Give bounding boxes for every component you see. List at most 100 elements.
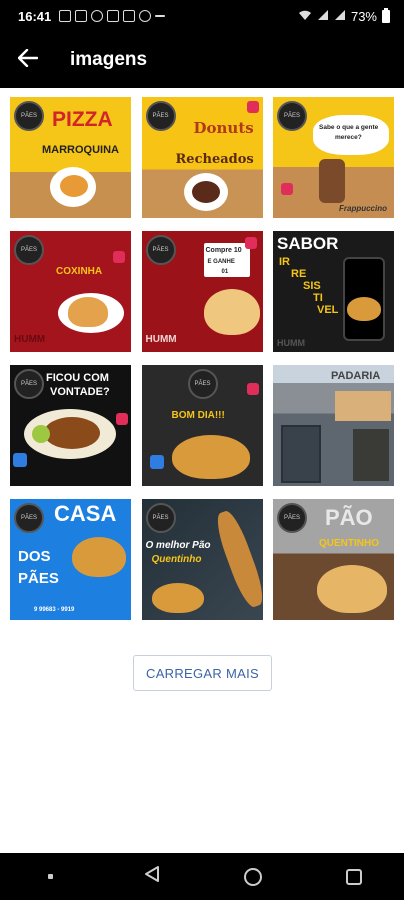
tile-word-5: VEL [317, 304, 339, 316]
image-tile-pao-quentinho[interactable]: PÃES PÃO QUENTINHO [273, 499, 394, 620]
image-tile-melhor-pao[interactable]: PÃES O melhor Pão Quentinho [141, 499, 263, 620]
tile-caption: Frappuccino [339, 204, 388, 213]
load-more-button[interactable]: CARREGAR MAIS [133, 655, 272, 691]
bakery-logo: PÃES [145, 235, 176, 265]
bread-basket-image [317, 565, 387, 613]
store-door [281, 425, 321, 483]
app-bar: imagens [0, 32, 404, 88]
image-tile-bom-dia[interactable]: PÃES BOM DIA!!! [141, 365, 263, 486]
f-icon [123, 10, 136, 22]
image-tile-sabor[interactable]: SABOR IR RE SIS TI VEL HUMM [273, 231, 394, 352]
tile-subheadline: VONTADE? [50, 386, 110, 398]
tile-headline: Donuts [193, 119, 254, 137]
heart-icon [113, 251, 125, 263]
image-gallery: PÃES PIZZA MARROQUINA PÃES Donuts Rechea… [0, 88, 404, 853]
heart-icon [116, 413, 128, 425]
notification-icons [59, 10, 166, 22]
tile-watermark: HUMM [145, 334, 177, 345]
system-icons: 73% [298, 7, 390, 24]
drink-image [319, 159, 345, 203]
bakery-logo: PÃES [277, 503, 307, 533]
tile-word-3: SIS [303, 280, 321, 292]
dash-icon [155, 15, 166, 17]
tile-subheadline: Quentinho [151, 554, 202, 565]
pizza-image [60, 175, 88, 197]
tile-headline: COXINHA [56, 266, 103, 277]
donuts-image [191, 181, 220, 203]
bakery-logo: PÃES [145, 101, 176, 131]
whatsapp-icon [91, 10, 104, 22]
bakery-logo: PÃES [277, 101, 307, 131]
tile-watermark: HUMM [14, 334, 46, 345]
tile-headline: SABOR [277, 234, 339, 253]
battery-percent: 73% [350, 8, 377, 24]
promo-text-2: E GANHE [207, 259, 235, 265]
page-title: imagens [70, 49, 148, 70]
storefront-sign: PADARIA [331, 370, 381, 382]
tile-headline: CASA [54, 501, 117, 526]
wifi-icon [298, 9, 312, 24]
recents-square-icon [345, 868, 362, 885]
nav-menu-button[interactable] [31, 857, 71, 897]
heart-icon [281, 183, 293, 195]
tile-headline: FICOU COM [46, 372, 109, 384]
image-tile-promo[interactable]: PÃES Compre 10 E GANHE 01 HUMM [141, 231, 263, 352]
lemon-image [32, 425, 50, 443]
bakery-logo: PÃES [14, 503, 44, 533]
promo-text-3: 01 [221, 269, 229, 275]
image-tile-coxinha[interactable]: PÃES COXINHA HUMM [10, 231, 131, 352]
bubble-text-1: Sabe o que a gente [319, 124, 379, 131]
bread-image [151, 583, 204, 613]
heart-icon [244, 237, 257, 249]
promo-text-1: Compre 10 [205, 247, 242, 254]
tile-subheadline: MARROQUINA [42, 144, 119, 156]
bread-basket-image [72, 537, 126, 577]
coxinha-image [68, 297, 108, 327]
phone-number: 9 99683 - 9919 [34, 607, 75, 613]
bread-basket-image [171, 435, 250, 479]
image-grid: PÃES PIZZA MARROQUINA PÃES Donuts Rechea… [10, 97, 394, 620]
heart-icon [246, 101, 259, 113]
image-tile-pizza[interactable]: PÃES PIZZA MARROQUINA [10, 97, 131, 218]
store-window [353, 429, 389, 481]
image-tile-donuts[interactable]: PÃES Donuts Recheados [141, 97, 263, 218]
tile-word-1: IR [279, 256, 290, 268]
tile-headline: O melhor Pão [145, 540, 211, 551]
tile-word-paes: PÃES [18, 570, 59, 587]
like-icon [149, 455, 164, 469]
image-tile-padaria-photo[interactable]: PADARIA [273, 365, 394, 486]
bakery-logo: PÃES [14, 369, 44, 399]
tile-headline: PÃO [325, 505, 373, 530]
tile-word-4: TI [313, 292, 323, 304]
image-tile-casa-dos-paes[interactable]: PÃES CASA DOS PÃES 9 99683 - 9919 [10, 499, 131, 620]
bread-image [203, 289, 260, 335]
nav-home-button[interactable] [233, 857, 273, 897]
heart-icon [246, 383, 259, 395]
arrow-left-icon [17, 46, 39, 74]
missed-call-icon [139, 10, 152, 22]
image-tile-frappuccino[interactable]: PÃES Sabe o que a gente merece? Frappucc… [273, 97, 394, 218]
bakery-logo: PÃES [14, 235, 44, 265]
bakery-logo: PÃES [145, 503, 176, 533]
tile-word-dos: DOS [18, 548, 51, 565]
nav-back-button[interactable] [132, 857, 172, 897]
b-icon [75, 10, 88, 22]
tile-headline: PIZZA [52, 108, 113, 131]
bakery-logo: PÃES [187, 369, 218, 399]
baguette-image [211, 507, 263, 611]
signal-icon [317, 9, 329, 24]
back-triangle-icon [144, 865, 160, 888]
bread-poster [335, 391, 391, 421]
tile-watermark: HUMM [277, 338, 305, 348]
signal-icon [334, 9, 346, 24]
nav-recents-button[interactable] [334, 857, 374, 897]
tile-word-2: RE [291, 268, 307, 280]
status-bar: 16:41 73% [0, 0, 404, 32]
back-button[interactable] [0, 32, 56, 88]
image-tile-vontade[interactable]: PÃES FICOU COM VONTADE? [10, 365, 131, 486]
tile-headline: BOM DIA!!! [171, 410, 225, 421]
like-icon [13, 453, 27, 467]
gallery-icon [59, 10, 72, 22]
bolinhos-image [44, 417, 100, 449]
tile-subheadline: QUENTINHO [319, 538, 379, 549]
